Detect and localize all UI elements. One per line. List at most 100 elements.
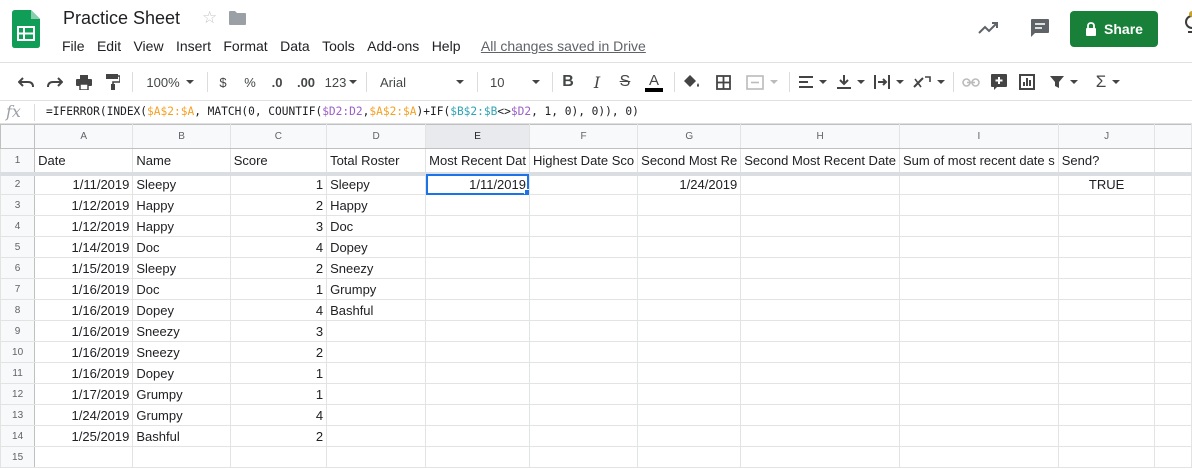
- cell-e2[interactable]: 1/11/2019: [425, 173, 530, 195]
- avatar[interactable]: [1178, 10, 1192, 46]
- row-header[interactable]: 5: [0, 236, 36, 258]
- cell-j12[interactable]: [1057, 383, 1156, 405]
- cell-d6[interactable]: Sneezy: [326, 257, 427, 279]
- menu-insert[interactable]: Insert: [176, 38, 211, 54]
- cell-a3[interactable]: 1/12/2019: [34, 194, 134, 216]
- cell-h2[interactable]: [740, 173, 901, 195]
- cell-h14[interactable]: [740, 425, 901, 447]
- cell-d3[interactable]: Happy: [326, 194, 427, 216]
- column-header-f[interactable]: F: [528, 124, 639, 149]
- cell-i3[interactable]: [899, 194, 1059, 216]
- cell-i5[interactable]: [899, 236, 1059, 258]
- cell-c1[interactable]: Score: [229, 148, 328, 176]
- cell-c8[interactable]: 4: [229, 299, 328, 321]
- cell-a4[interactable]: 1/12/2019: [34, 215, 134, 237]
- cell-b14[interactable]: Bashful: [132, 425, 231, 447]
- menu-view[interactable]: View: [133, 38, 163, 54]
- cell-a9[interactable]: 1/16/2019: [34, 320, 134, 342]
- row-header[interactable]: 13: [0, 404, 36, 426]
- print-icon[interactable]: [73, 63, 95, 101]
- column-header-e[interactable]: E: [425, 124, 530, 149]
- paint-format-icon[interactable]: [102, 63, 124, 101]
- horizontal-align-icon[interactable]: [797, 63, 829, 101]
- cell-c12[interactable]: 1: [229, 383, 328, 405]
- cell-d2[interactable]: Sleepy: [326, 173, 427, 195]
- activity-dashboard-icon[interactable]: [977, 17, 999, 39]
- cell-h4[interactable]: [740, 215, 901, 237]
- font-size-select[interactable]: 10: [484, 63, 546, 101]
- cell-c11[interactable]: 1: [229, 362, 328, 384]
- cell-i14[interactable]: [899, 425, 1059, 447]
- cell-i9[interactable]: [899, 320, 1059, 342]
- cell-g14[interactable]: [637, 425, 742, 447]
- cell-i11[interactable]: [899, 362, 1059, 384]
- row-header[interactable]: 3: [0, 194, 36, 216]
- cell-f8[interactable]: [528, 299, 639, 321]
- cell-overflow[interactable]: [1154, 404, 1192, 426]
- insert-chart-icon[interactable]: [1017, 63, 1037, 101]
- cell-g5[interactable]: [637, 236, 742, 258]
- more-formats-select[interactable]: 123: [323, 63, 359, 101]
- row-header[interactable]: 7: [0, 278, 36, 300]
- cell-g10[interactable]: [637, 341, 742, 363]
- cell-e15[interactable]: [425, 446, 530, 468]
- menu-format[interactable]: Format: [223, 38, 267, 54]
- cell-overflow[interactable]: [1154, 299, 1192, 321]
- undo-icon[interactable]: [15, 63, 37, 101]
- cell-g12[interactable]: [637, 383, 742, 405]
- cell-d5[interactable]: Dopey: [326, 236, 427, 258]
- cell-f3[interactable]: [528, 194, 639, 216]
- cell-e5[interactable]: [425, 236, 530, 258]
- cell-a14[interactable]: 1/25/2019: [34, 425, 134, 447]
- fill-handle[interactable]: [523, 189, 529, 194]
- cell-b1[interactable]: Name: [132, 148, 231, 176]
- cell-i4[interactable]: [899, 215, 1059, 237]
- column-header-g[interactable]: G: [637, 124, 742, 149]
- cell-a2[interactable]: 1/11/2019: [34, 173, 134, 195]
- cell-e8[interactable]: [425, 299, 530, 321]
- cell-a6[interactable]: 1/15/2019: [34, 257, 134, 279]
- cell-a13[interactable]: 1/24/2019: [34, 404, 134, 426]
- row-header[interactable]: 8: [0, 299, 36, 321]
- cell-g2[interactable]: 1/24/2019: [637, 173, 742, 195]
- cell-a8[interactable]: 1/16/2019: [34, 299, 134, 321]
- cell-e10[interactable]: [425, 341, 530, 363]
- cell-e3[interactable]: [425, 194, 530, 216]
- cell-g4[interactable]: [637, 215, 742, 237]
- column-header-h[interactable]: H: [740, 124, 901, 149]
- cell-b10[interactable]: Sneezy: [132, 341, 231, 363]
- cell-overflow[interactable]: [1154, 257, 1192, 279]
- row-header[interactable]: 14: [0, 425, 36, 447]
- menu-help[interactable]: Help: [432, 38, 461, 54]
- cell-f11[interactable]: [528, 362, 639, 384]
- cell-a5[interactable]: 1/14/2019: [34, 236, 134, 258]
- cell-j4[interactable]: [1057, 215, 1156, 237]
- cell-h5[interactable]: [740, 236, 901, 258]
- cell-j13[interactable]: [1057, 404, 1156, 426]
- cell-overflow[interactable]: [1154, 236, 1192, 258]
- cell-j1[interactable]: Send?: [1057, 148, 1156, 176]
- cell-h12[interactable]: [740, 383, 901, 405]
- cell-f7[interactable]: [528, 278, 639, 300]
- cell-overflow[interactable]: [1154, 148, 1192, 176]
- cell-j15[interactable]: [1057, 446, 1156, 468]
- column-header-d[interactable]: D: [326, 124, 427, 149]
- cell-c5[interactable]: 4: [229, 236, 328, 258]
- cell-g8[interactable]: [637, 299, 742, 321]
- cell-f12[interactable]: [528, 383, 639, 405]
- text-color-icon[interactable]: A: [644, 63, 664, 101]
- cell-f2[interactable]: [528, 173, 639, 195]
- star-icon[interactable]: ☆: [202, 9, 217, 26]
- cell-f1[interactable]: Highest Date Sco: [528, 148, 639, 176]
- cell-overflow[interactable]: [1154, 362, 1192, 384]
- cell-h1[interactable]: Second Most Recent Date: [740, 148, 901, 176]
- cell-j3[interactable]: [1057, 194, 1156, 216]
- redo-icon[interactable]: [44, 63, 66, 101]
- cell-h10[interactable]: [740, 341, 901, 363]
- cell-h13[interactable]: [740, 404, 901, 426]
- cell-a12[interactable]: 1/17/2019: [34, 383, 134, 405]
- cell-e1[interactable]: Most Recent Dat: [425, 148, 530, 176]
- cell-j2[interactable]: TRUE: [1057, 173, 1156, 195]
- insert-comment-icon[interactable]: [989, 63, 1009, 101]
- cell-overflow[interactable]: [1154, 278, 1192, 300]
